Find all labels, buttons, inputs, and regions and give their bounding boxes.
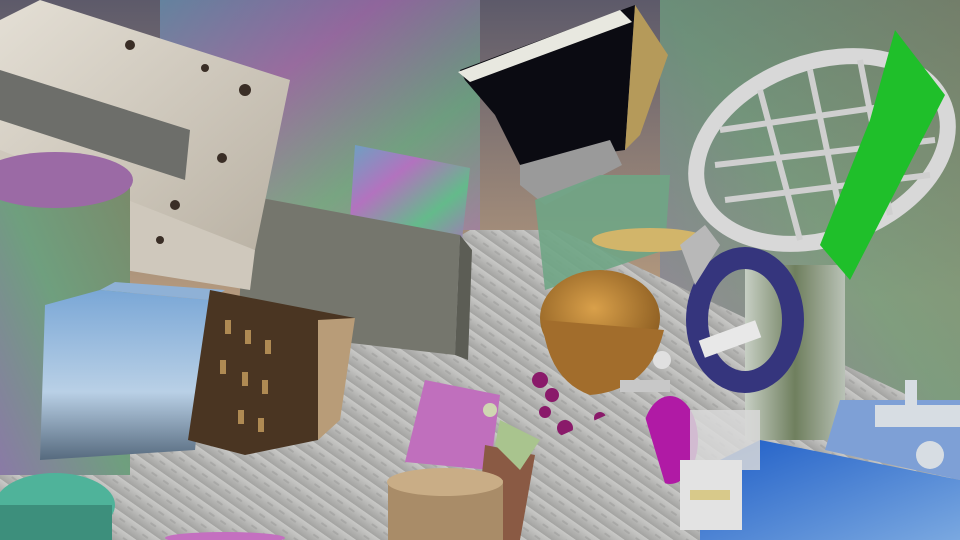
3d-render-scene	[0, 0, 960, 540]
mountain-photo-cube	[40, 290, 210, 460]
teal-cylinder-body	[0, 505, 112, 540]
wood-log-top	[387, 468, 503, 496]
